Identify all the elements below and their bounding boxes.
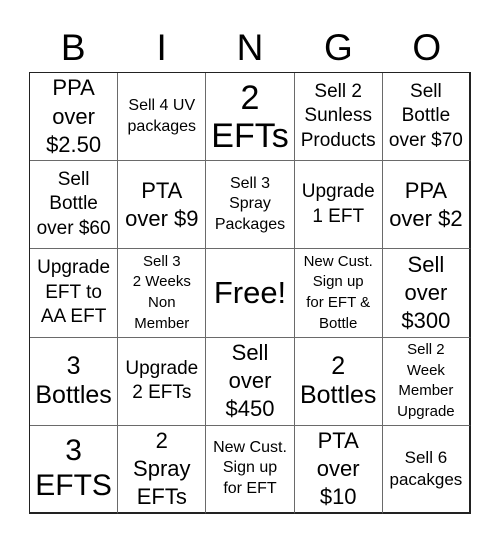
free-space[interactable]: Free! [206, 249, 295, 338]
bingo-cell[interactable]: 2 Bottles [294, 337, 383, 426]
bingo-cell[interactable]: Sell over $300 [382, 249, 471, 338]
bingo-cell[interactable]: Upgrade EFT to AA EFT [30, 249, 119, 338]
bingo-cell[interactable]: Sell 2 Week Member Upgrade [382, 337, 471, 426]
header-letter-n: N [236, 27, 264, 68]
bingo-cell[interactable]: 3 Bottles [30, 337, 119, 426]
bingo-cell[interactable]: 3 EFTS [30, 425, 119, 514]
bingo-cell[interactable]: New Cust. Sign up for EFT [206, 425, 295, 514]
header-letter-b: B [60, 27, 86, 68]
bingo-cell[interactable]: PPA over $2.50 [30, 73, 119, 162]
bingo-cell[interactable]: Upgrade 1 EFT [294, 161, 383, 250]
bingo-cell[interactable]: PPA over $2 [382, 161, 471, 250]
bingo-cell[interactable]: 2 Spray EFTs [118, 425, 207, 514]
bingo-cell[interactable]: Sell 3 2 Weeks Non Member [118, 249, 207, 338]
header-letter-o: O [412, 27, 442, 68]
bingo-cell[interactable]: PTA over $10 [294, 425, 383, 514]
bingo-cell[interactable]: New Cust. Sign up for EFT & Bottle [294, 249, 383, 338]
bingo-cell[interactable]: Upgrade 2 EFTs [118, 337, 207, 426]
bingo-cell[interactable]: PTA over $9 [118, 161, 207, 250]
header-letter-i: I [156, 27, 167, 68]
bingo-header: B I N G O [29, 24, 471, 72]
bingo-cell[interactable]: Sell over $450 [206, 337, 295, 426]
bingo-cell[interactable]: Sell 3 Spray Packages [206, 161, 295, 250]
bingo-cell[interactable]: Sell Bottle over $70 [382, 73, 471, 162]
bingo-cell[interactable]: Sell 6 pacakges [382, 425, 471, 514]
bingo-cell[interactable]: Sell 4 UV packages [118, 73, 207, 162]
header-letter-g: G [324, 27, 353, 68]
bingo-cell[interactable]: Sell Bottle over $60 [30, 161, 119, 250]
bingo-cell[interactable]: Sell 2 Sunless Products [294, 73, 383, 162]
bingo-grid: PPA over $2.50 Sell 4 UV packages 2 EFTs… [29, 72, 471, 514]
bingo-cell[interactable]: 2 EFTs [206, 73, 295, 162]
